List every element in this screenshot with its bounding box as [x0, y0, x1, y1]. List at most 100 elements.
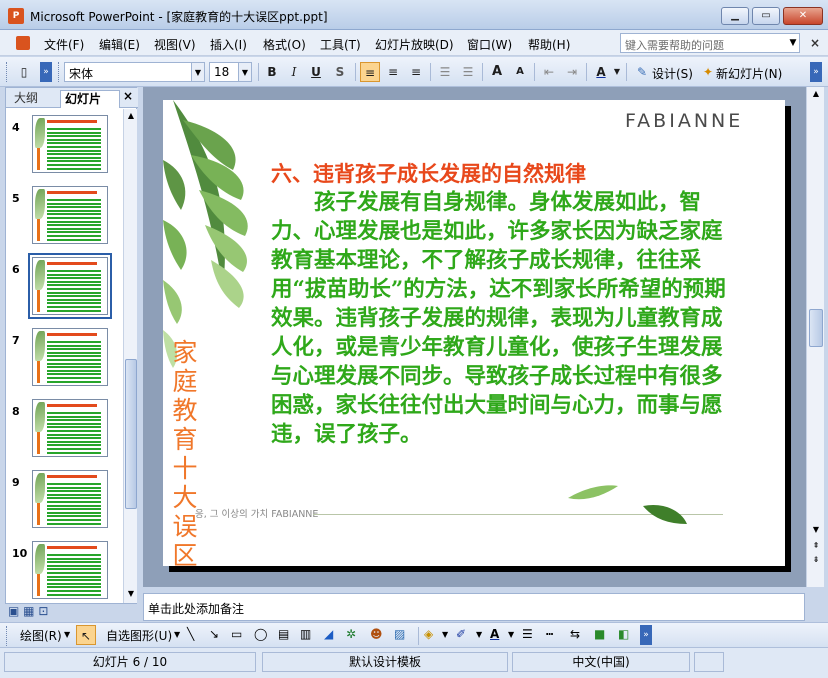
slide-thumbnail[interactable]	[32, 115, 108, 173]
fill-color-dropdown-icon[interactable]: ▼	[442, 630, 448, 639]
diagram-icon[interactable]: ✲	[346, 627, 356, 641]
slide-thumbnail-row[interactable]: 5	[6, 186, 122, 254]
fill-color-icon[interactable]: ◈	[424, 627, 433, 641]
notes-pane[interactable]: 单击此处添加备注	[143, 593, 805, 621]
autoshapes-dropdown-icon[interactable]: ▼	[174, 630, 180, 639]
arrow-style-icon[interactable]: ⇆	[570, 627, 580, 641]
toolbar-options-icon[interactable]: »	[40, 62, 52, 82]
slide-thumbnail-row[interactable]: 10	[6, 541, 122, 603]
increase-indent-icon[interactable]: ⇥	[562, 62, 582, 82]
menu-view[interactable]: 视图(V)	[154, 36, 196, 53]
slide-thumbnail[interactable]	[32, 186, 108, 244]
minimize-button[interactable]: ▁	[721, 7, 749, 25]
wordart-icon[interactable]: ◢	[324, 627, 333, 641]
numbering-icon[interactable]: ☰	[435, 62, 455, 82]
draw-font-color-dropdown-icon[interactable]: ▼	[508, 630, 514, 639]
next-slide-icon[interactable]: ⇟	[809, 553, 823, 567]
scroll-up-icon[interactable]: ▲	[809, 87, 823, 101]
help-search-input[interactable]: 键入需要帮助的问题	[620, 33, 800, 53]
line-tool-icon[interactable]: ╲	[187, 627, 194, 641]
underline-button[interactable]: U	[306, 62, 326, 82]
align-left-icon[interactable]: ≡	[360, 62, 380, 82]
slide-sorter-view-icon[interactable]: ▦	[23, 604, 34, 618]
increase-font-button[interactable]: A	[487, 62, 507, 82]
slide-scrollbar[interactable]: ▲ ▼ ⇞ ⇟	[806, 87, 824, 587]
toolbar-grip[interactable]	[58, 62, 61, 82]
slide-thumbnail-row[interactable]: 9	[6, 470, 122, 538]
menu-file[interactable]: 文件(F)	[44, 36, 84, 53]
scroll-down-icon[interactable]: ▼	[125, 587, 137, 601]
decrease-indent-icon[interactable]: ⇤	[539, 62, 559, 82]
tab-slides[interactable]: 幻灯片	[60, 90, 120, 108]
maximize-button[interactable]: ▭	[752, 7, 780, 25]
menu-help[interactable]: 帮助(H)	[528, 36, 570, 53]
new-slide-button[interactable]: 新幻灯片(N)	[716, 65, 782, 82]
tab-outline[interactable]: 大纲	[10, 90, 62, 108]
draw-font-color-icon[interactable]: A	[490, 627, 499, 641]
toolbar-options-icon[interactable]: »	[810, 62, 822, 82]
font-name-dropdown-icon[interactable]: ▼	[192, 62, 205, 82]
normal-view-icon[interactable]: ▣	[8, 604, 19, 618]
close-button[interactable]: ✕	[783, 7, 823, 25]
document-icon[interactable]	[16, 36, 30, 50]
slide-thumbnail[interactable]	[32, 328, 108, 386]
status-design-template[interactable]: 默认设计模板	[262, 652, 508, 672]
select-pointer-icon[interactable]: ↖	[76, 625, 96, 645]
line-color-dropdown-icon[interactable]: ▼	[476, 630, 482, 639]
slide-canvas[interactable]: FABIANNE 六、违背孩子成长发展的自然规律 孩子发展有自身规律。身体发展如…	[163, 100, 785, 566]
help-dropdown-icon[interactable]: ▼	[786, 33, 800, 53]
toolbar-grip[interactable]	[6, 626, 9, 646]
previous-slide-icon[interactable]: ⇞	[809, 539, 823, 553]
scroll-up-icon[interactable]: ▲	[125, 109, 137, 123]
font-size-dropdown-icon[interactable]: ▼	[239, 62, 252, 82]
slide-body-text[interactable]: 孩子发展有自身规律。身体发展如此，智力、心理发展也是如此，许多家长因为缺乏家庭教…	[271, 188, 737, 449]
menu-slideshow[interactable]: 幻灯片放映(D)	[375, 36, 454, 53]
shadow-style-icon[interactable]: ■	[594, 627, 605, 641]
slideshow-view-icon[interactable]: ⊡	[38, 604, 48, 618]
scroll-down-icon[interactable]: ▼	[809, 523, 823, 537]
textbox-tool-icon[interactable]: ▤	[278, 627, 289, 641]
slide-thumbnail-row[interactable]: 4	[6, 115, 122, 183]
clipart-icon[interactable]: ☻	[370, 627, 383, 641]
menu-tools[interactable]: 工具(T)	[320, 36, 361, 53]
slide-title[interactable]: 六、违背孩子成长发展的自然规律	[271, 158, 586, 188]
menu-window[interactable]: 窗口(W)	[467, 36, 512, 53]
align-center-icon[interactable]: ≡	[383, 62, 403, 82]
font-color-button[interactable]: A	[591, 62, 611, 82]
vertical-title[interactable]: 家庭教育十大误区	[171, 338, 199, 566]
3d-style-icon[interactable]: ◧	[618, 627, 629, 641]
new-slide-icon[interactable]: ✦	[698, 62, 718, 82]
toolbar-options-icon[interactable]: »	[640, 625, 652, 645]
design-button[interactable]: 设计(S)	[652, 65, 693, 82]
menu-edit[interactable]: 编辑(E)	[99, 36, 140, 53]
bullets-icon[interactable]: ☰	[458, 62, 478, 82]
slide-thumbnail-row[interactable]: 7	[6, 328, 122, 396]
font-color-dropdown-icon[interactable]: ▼	[612, 62, 622, 82]
oval-tool-icon[interactable]: ◯	[254, 627, 267, 641]
pane-close-button[interactable]: ×	[123, 89, 133, 103]
scrollbar-thumb[interactable]	[809, 309, 823, 347]
shadow-button[interactable]: S	[330, 62, 350, 82]
rectangle-tool-icon[interactable]: ▭	[231, 627, 242, 641]
slide-thumbnail[interactable]	[28, 253, 112, 319]
slide-thumbnail[interactable]	[32, 399, 108, 457]
insert-picture-icon[interactable]: ▨	[394, 627, 405, 641]
font-name-field[interactable]: 宋体	[64, 62, 192, 82]
line-color-icon[interactable]: ✐	[456, 627, 466, 641]
slide-thumbnail[interactable]	[32, 470, 108, 528]
design-icon[interactable]: ✎	[632, 62, 652, 82]
font-size-field[interactable]: 18	[209, 62, 239, 82]
menu-insert[interactable]: 插入(I)	[210, 36, 247, 53]
document-close-button[interactable]: ×	[810, 36, 820, 50]
dash-style-icon[interactable]: ┅	[546, 627, 553, 641]
decrease-font-button[interactable]: A	[510, 62, 530, 82]
slide-thumbnail-row[interactable]: 6	[6, 253, 122, 325]
draw-dropdown-icon[interactable]: ▼	[64, 630, 70, 639]
arrow-tool-icon[interactable]: ↘	[209, 627, 219, 641]
vertical-textbox-icon[interactable]: ▥	[300, 627, 311, 641]
new-document-icon[interactable]: ▯	[14, 62, 34, 82]
scrollbar-thumb[interactable]	[125, 359, 137, 509]
bold-button[interactable]: B	[262, 62, 282, 82]
slide-thumbnail-row[interactable]: 8	[6, 399, 122, 467]
line-style-icon[interactable]: ☰	[522, 627, 533, 641]
